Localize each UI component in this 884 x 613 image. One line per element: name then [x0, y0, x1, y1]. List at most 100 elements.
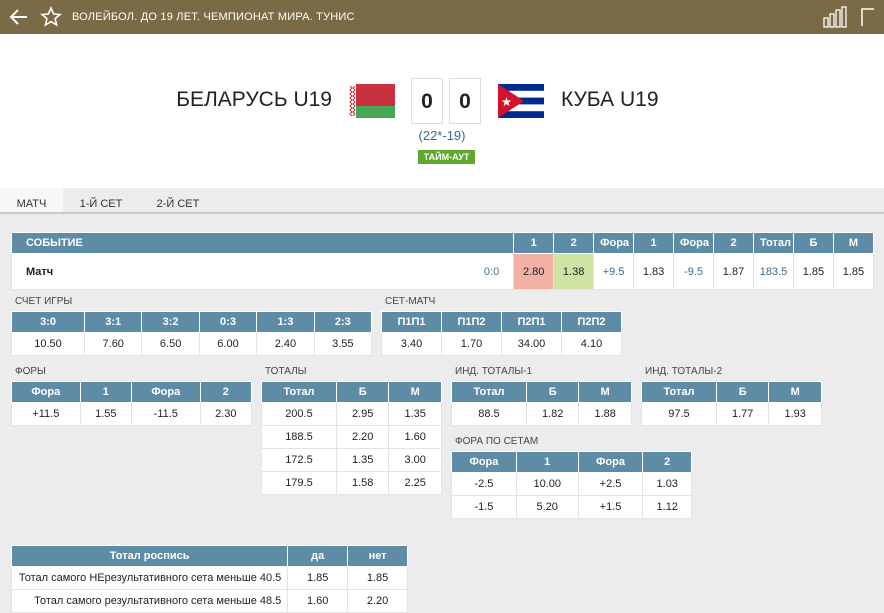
ind-totals-2-table: Тотал Б М 97.5 1.77 1.93	[641, 381, 822, 426]
odd-win-1[interactable]: 2.80	[513, 253, 555, 290]
odd-cell[interactable]: 1.77	[715, 402, 770, 426]
total-value: 88.5	[451, 402, 527, 426]
set-handicaps-table: Фора 1 Фора 2 -2.5 10.00 +2.5 1.03 -1.5 …	[451, 451, 692, 519]
odd-cell[interactable]: 1.03	[642, 472, 692, 496]
odd-cell[interactable]: 1.85	[347, 566, 408, 590]
table-row: 3.40 1.70 34.00 4.10	[381, 332, 622, 356]
set-scores: (22*-19)	[418, 128, 466, 143]
odd-cell[interactable]: 1.55	[79, 402, 132, 426]
table-row: Тотал самого НЕрезультативного сета мень…	[10, 566, 408, 590]
col-header: 2	[199, 381, 253, 403]
handicap-value: +11.5	[11, 402, 81, 426]
total-value: 200.5	[261, 402, 337, 426]
section-title-score: СЧЕТ ИГРЫ	[15, 296, 73, 307]
top-bar: ВОЛЕЙБОЛ. ДО 19 ЛЕТ. ЧЕМПИОНАТ МИРА. ТУН…	[0, 0, 884, 34]
handicaps-table: Фора 1 Фора 2 +11.5 1.55 -11.5 2.30	[11, 381, 253, 426]
star-outline-icon[interactable]	[40, 6, 62, 28]
bar-chart-icon[interactable]	[822, 6, 850, 28]
odd-cell[interactable]: 2.40	[256, 332, 315, 356]
odd-cell[interactable]: 34.00	[501, 332, 562, 356]
total-value: 97.5	[641, 402, 717, 426]
col-header: 3:0	[10, 311, 86, 333]
handicap-1-value: +9.5	[593, 253, 635, 290]
col-header: 2	[642, 451, 692, 473]
handicap-value: -11.5	[130, 402, 201, 426]
partial-icon[interactable]	[858, 6, 884, 28]
odd-cell[interactable]: 1.93	[768, 402, 822, 426]
col-header: Фора	[11, 381, 81, 403]
header-total: Тотал	[752, 232, 794, 254]
col-header: Тотал	[451, 381, 527, 403]
col-header: 1	[79, 381, 132, 403]
odd-cell[interactable]: 4.10	[561, 332, 622, 356]
tab-bar: МАТЧ 1-Й СЕТ 2-Й СЕТ	[0, 188, 884, 214]
odd-cell[interactable]: 7.60	[84, 332, 143, 356]
col-header: М	[388, 381, 442, 403]
handicap-value: +2.5	[577, 472, 644, 496]
odd-cell[interactable]: 2.20	[335, 425, 390, 449]
event-score: 0:0	[483, 265, 500, 278]
odd-win-2[interactable]: 1.38	[553, 253, 595, 290]
odd-cell[interactable]: 10.50	[10, 332, 86, 356]
odd-cell[interactable]: 3.00	[388, 448, 442, 472]
odd-cell[interactable]: 6.50	[141, 332, 200, 356]
col-header: Б	[715, 381, 770, 403]
odd-cell[interactable]: 3.55	[313, 332, 373, 356]
table-row: 97.5 1.77 1.93	[641, 402, 822, 426]
status-badge: ТАЙМ-АУТ	[418, 150, 475, 164]
total-value: 172.5	[261, 448, 337, 472]
col-header: 3:1	[84, 311, 143, 333]
market-label: Тотал самого НЕрезультативного сета мень…	[10, 566, 289, 590]
cuba-flag-icon	[498, 84, 544, 118]
odd-cell[interactable]: 2.95	[335, 402, 390, 426]
odd-cell[interactable]: 1.88	[578, 402, 632, 426]
tab-set-1[interactable]: 1-Й СЕТ	[63, 188, 139, 214]
odd-cell[interactable]: 3.40	[381, 332, 442, 356]
odd-cell[interactable]: 2.20	[347, 589, 408, 613]
handicap-1-odd[interactable]: 1.83	[633, 253, 675, 290]
odd-cell[interactable]: 1.35	[388, 402, 442, 426]
col-header: 2:3	[313, 311, 373, 333]
odd-cell[interactable]: 2.25	[388, 471, 442, 495]
odd-cell[interactable]: 1.58	[335, 471, 390, 495]
total-value: 179.5	[261, 471, 337, 495]
col-header: нет	[347, 545, 408, 567]
col-header: 1	[515, 451, 579, 473]
team2-name: КУБА U19	[561, 88, 659, 111]
odd-cell[interactable]: 1.85	[287, 566, 349, 590]
odd-cell[interactable]: 5.20	[515, 495, 579, 519]
header-handicap-2-odd: 2	[713, 232, 754, 254]
header-under: М	[832, 232, 875, 254]
tab-set-2[interactable]: 2-Й СЕТ	[139, 188, 217, 214]
section-title-set-handicaps: ФОРА ПО СЕТАМ	[455, 436, 539, 447]
total-value: 188.5	[261, 425, 337, 449]
total-under-odd[interactable]: 1.85	[832, 253, 875, 290]
handicap-2-odd[interactable]: 1.87	[713, 253, 754, 290]
page-title: ВОЛЕЙБОЛ. ДО 19 ЛЕТ. ЧЕМПИОНАТ МИРА. ТУН…	[72, 11, 355, 23]
odd-cell[interactable]: 1.60	[388, 425, 442, 449]
col-header: 3:2	[141, 311, 200, 333]
tab-match[interactable]: МАТЧ	[0, 188, 63, 214]
odd-cell[interactable]: 10.00	[515, 472, 579, 496]
odd-cell[interactable]: 1.12	[642, 495, 692, 519]
total-over-odd[interactable]: 1.85	[792, 253, 834, 290]
col-header: М	[578, 381, 632, 403]
table-row: 10.50 7.60 6.50 6.00 2.40 3.55	[10, 332, 373, 356]
col-header: 1:3	[256, 311, 315, 333]
odd-cell[interactable]: 1.35	[335, 448, 390, 472]
scoreboard: БЕЛАРУСЬ U19 0 0 КУБА U19 (22*-19) ТАЙМ-…	[0, 34, 884, 188]
arrow-left-icon[interactable]	[8, 6, 30, 28]
odd-cell[interactable]: 1.60	[287, 589, 349, 613]
odd-cell[interactable]: 6.00	[198, 332, 258, 356]
odd-cell[interactable]: 1.70	[441, 332, 502, 356]
main-odds-table: СОБЫТИЕ 1 2 Фора 1 Фора 2 Тотал Б М Матч…	[10, 232, 875, 290]
header-handicap-2: Фора	[673, 232, 715, 254]
col-header: Фора	[130, 381, 201, 403]
col-header: Фора	[451, 451, 517, 473]
score-team2: 0	[449, 78, 481, 124]
table-row: 188.5 2.20 1.60	[261, 425, 442, 449]
odd-cell[interactable]: 1.82	[525, 402, 580, 426]
score-game-table: 3:0 3:1 3:2 0:3 1:3 2:3 10.50 7.60 6.50 …	[10, 311, 373, 356]
odd-cell[interactable]: 2.30	[199, 402, 253, 426]
totals-table: Тотал Б М 200.5 2.95 1.35 188.5 2.20 1.6…	[261, 381, 442, 495]
